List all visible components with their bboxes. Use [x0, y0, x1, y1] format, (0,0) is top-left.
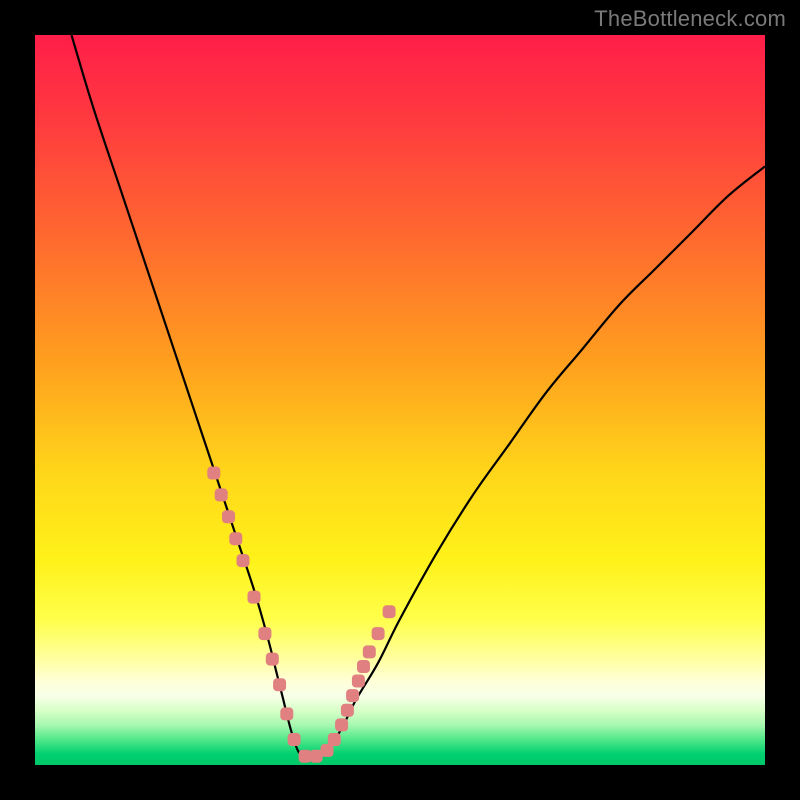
marker-point: [280, 707, 293, 720]
marker-point: [383, 605, 396, 618]
marker-point: [266, 653, 279, 666]
watermark-text: TheBottleneck.com: [594, 6, 786, 32]
marker-point: [352, 675, 365, 688]
marker-point: [346, 689, 359, 702]
marker-point: [341, 704, 354, 717]
marker-point: [215, 488, 228, 501]
marker-point: [335, 718, 348, 731]
marker-point: [248, 591, 261, 604]
marker-point: [207, 467, 220, 480]
bottleneck-curve: [72, 35, 766, 759]
marker-point: [229, 532, 242, 545]
marker-point: [258, 627, 271, 640]
chart-canvas: [35, 35, 765, 765]
plot-area: [35, 35, 765, 765]
marker-point: [237, 554, 250, 567]
outer-frame: TheBottleneck.com: [0, 0, 800, 800]
marker-point: [288, 733, 301, 746]
marker-point: [222, 510, 235, 523]
highlight-markers: [207, 467, 395, 763]
marker-point: [372, 627, 385, 640]
marker-point: [363, 645, 376, 658]
marker-point: [357, 660, 370, 673]
marker-point: [273, 678, 286, 691]
marker-point: [328, 733, 341, 746]
